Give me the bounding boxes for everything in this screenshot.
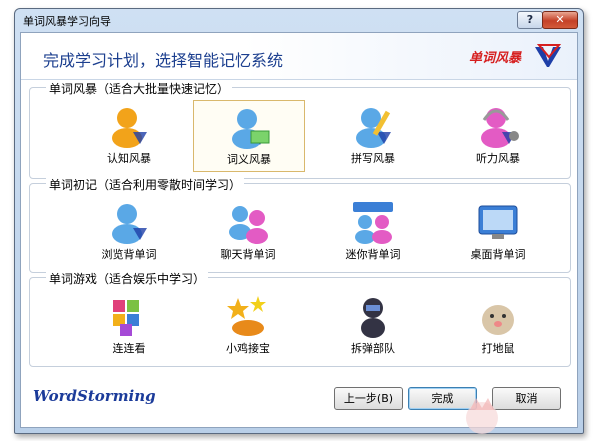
footer-logo: WordStorming	[33, 387, 156, 405]
group-word-games: 单词游戏（适合娱乐中学习） 连连看 小鸡接宝 拆弹部队 打地鼠	[29, 270, 571, 368]
brand-name: 单词风暴	[469, 51, 522, 66]
client-area: 完成学习计划，选择智能记忆系统 单词风暴 单词风暴（适合大批量快速记忆） 认知风…	[20, 32, 578, 428]
bomb-squad-icon	[351, 294, 395, 338]
group-items: 认知风暴 词义风暴 拼写风暴 听力风暴	[30, 98, 570, 178]
user-headphones-icon	[476, 104, 520, 148]
option-label: 桌面背单词	[470, 248, 526, 261]
prev-button[interactable]: 上一步(B)	[334, 387, 403, 410]
brand-logo-icon	[535, 44, 562, 67]
option-tile[interactable]: 拼写风暴	[318, 100, 428, 170]
banner: 完成学习计划，选择智能记忆系统 单词风暴	[21, 33, 577, 80]
stars-basket-icon	[226, 294, 270, 338]
option-tile[interactable]: 打地鼠	[443, 290, 553, 360]
chat-users-icon	[226, 200, 270, 244]
option-tile[interactable]: 听力风暴	[443, 100, 553, 170]
watermark-fox-icon	[466, 398, 498, 434]
option-label: 连连看	[112, 342, 146, 355]
window-title: 单词风暴学习向导	[23, 15, 111, 28]
blocks-icon	[107, 294, 151, 338]
group-items: 浏览背单词 聊天背单词 迷你背单词 桌面背单词	[30, 194, 570, 274]
option-tile[interactable]: 小鸡接宝	[193, 290, 303, 360]
option-label: 小鸡接宝	[226, 342, 270, 355]
group-title: 单词风暴（适合大批量快速记忆）	[46, 80, 233, 97]
option-label: 浏览背单词	[101, 248, 157, 261]
option-label: 拼写风暴	[351, 152, 395, 165]
option-label: 认知风暴	[107, 152, 151, 165]
wizard-window: 单词风暴学习向导 ? ✕ 完成学习计划，选择智能记忆系统 单词风暴 单词风暴（适…	[14, 8, 584, 434]
user-browse-icon	[107, 200, 151, 244]
option-tile[interactable]: 迷你背单词	[318, 196, 428, 266]
close-button[interactable]: ✕	[542, 11, 578, 29]
group-word-first-memory: 单词初记（适合利用零散时间学习） 浏览背单词 聊天背单词 迷你背单词 桌面背单词	[29, 176, 571, 274]
group-area: 单词风暴（适合大批量快速记忆） 认知风暴 词义风暴 拼写风暴 听力风暴 单词初记…	[21, 80, 577, 427]
option-tile[interactable]: 词义风暴	[193, 100, 305, 172]
option-tile[interactable]: 桌面背单词	[443, 196, 553, 266]
group-items: 连连看 小鸡接宝 拆弹部队 打地鼠	[30, 288, 570, 368]
mole-icon	[476, 294, 520, 338]
option-tile[interactable]: 认知风暴	[74, 100, 184, 170]
banner-title: 完成学习计划，选择智能记忆系统	[43, 51, 284, 70]
title-bar[interactable]: 单词风暴学习向导 ? ✕	[15, 9, 583, 31]
group-word-storm: 单词风暴（适合大批量快速记忆） 认知风暴 词义风暴 拼写风暴 听力风暴	[29, 80, 571, 179]
user-card-icon	[227, 105, 271, 149]
option-label: 拆弹部队	[351, 342, 395, 355]
option-label: 听力风暴	[476, 152, 520, 165]
user-bubble-icon	[107, 104, 151, 148]
user-pencil-icon	[351, 104, 395, 148]
option-tile[interactable]: 聊天背单词	[193, 196, 303, 266]
option-tile[interactable]: 拆弹部队	[318, 290, 428, 360]
option-label: 打地鼠	[481, 342, 515, 355]
mini-window-users-icon	[351, 200, 395, 244]
help-button[interactable]: ?	[517, 11, 543, 29]
option-label: 词义风暴	[227, 153, 271, 166]
option-tile[interactable]: 连连看	[74, 290, 184, 360]
group-title: 单词初记（适合利用零散时间学习）	[46, 176, 245, 193]
group-title: 单词游戏（适合娱乐中学习）	[46, 270, 209, 287]
option-label: 迷你背单词	[345, 248, 401, 261]
option-label: 聊天背单词	[220, 248, 276, 261]
desktop-icon	[476, 200, 520, 244]
option-tile[interactable]: 浏览背单词	[74, 196, 184, 266]
